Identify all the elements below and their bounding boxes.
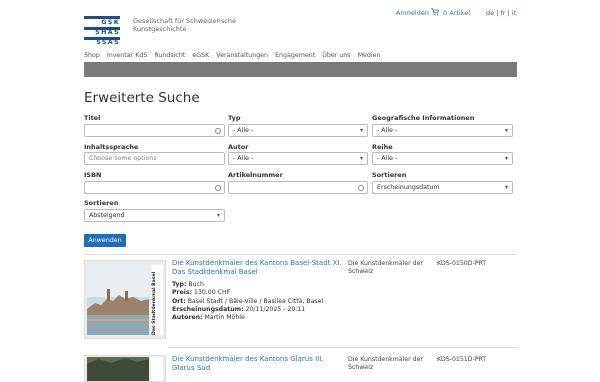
sort-order-value: Absteigend [89,212,125,219]
geo-value: - Alle - [377,127,398,134]
meta-value: Buch [188,281,204,288]
result-2-cover[interactable] [84,355,166,382]
artikel-label: Artikelnummer [228,171,283,179]
meta-label: Ort: [172,297,186,305]
meta-value: 130.00 CHF [194,289,231,297]
nav-inventar[interactable]: Inventar KdS [107,52,147,59]
nav-ueber-uns[interactable]: Über uns [322,52,350,59]
reihe-select[interactable]: - Alle - ▾ [372,152,513,165]
apply-button[interactable]: Anwenden [84,234,126,247]
result-2-code: KDS-0151D-PRT [437,356,487,363]
site-logo[interactable]: GSK SHAS SSAS [84,16,120,48]
spinner-icon [215,128,221,134]
result-1-title[interactable]: Die Kunstdenkmäler des Kantons Basel-Sta… [172,259,342,277]
logo-line-3: SSAS [96,39,120,46]
cart-link[interactable]: 0 Artikel [443,9,470,17]
main-nav: Shop Inventar KdS Rundsicht eGSK Veranst… [84,52,381,59]
logo-line-1: GSK [101,19,120,26]
geo-select[interactable]: - Alle - ▾ [372,124,513,137]
artikel-input[interactable] [228,181,368,194]
geo-label: Geografische Informationen [372,114,475,122]
sort-by-select[interactable]: Erscheinungsdatum ▾ [372,181,513,194]
inhalt-label: Inhaltssprache [84,143,139,151]
chevron-down-icon: ▾ [504,184,508,191]
isbn-label: ISBN [84,171,102,179]
sort2-label: Sortieren [84,199,119,207]
meta-value: Basel Stadt / Bâle-Ville / Basilea Città… [187,297,324,305]
cover-spine-text: Das Stadtdenkmal Basel [152,271,157,335]
sort-order-select[interactable]: Absteigend ▾ [84,209,225,222]
result-1-code: KDS-0150D-PRT [437,260,487,267]
login-link[interactable]: Anmelden [396,9,429,17]
result-meta-row: Ort: Basel Stadt / Bâle-Ville / Basilea … [172,298,342,306]
sort1-label: Sortieren [372,171,407,179]
result-1-series: Die Kunstdenkmäler der Schweiz [348,260,423,275]
logo-line-2: SHAS [95,29,120,36]
org-name: Gesellschaft für Schweizerische Kunstges… [133,17,236,33]
nav-engagement[interactable]: Engagement [275,52,315,59]
meta-value: 20/11/2025 - 20:11 [245,305,306,313]
result-1-cover[interactable]: Das Stadtdenkmal Basel [84,260,166,339]
chevron-down-icon: ▾ [504,127,508,134]
spinner-icon [358,185,364,191]
spinner-icon [215,185,221,191]
chevron-down-icon: ▾ [359,155,363,162]
typ-label: Typ [228,114,241,122]
isbn-input[interactable] [84,181,225,194]
typ-value: - Alle - [233,127,254,134]
result-meta-row: Typ: Buch [172,281,342,289]
nav-rundsicht[interactable]: Rundsicht [154,52,185,59]
reihe-value: - Alle - [377,155,398,162]
typ-select[interactable]: - Alle - ▾ [228,124,368,137]
cart-icon[interactable] [431,8,440,18]
autor-label: Autor [228,143,249,151]
divider [84,254,517,255]
meta-label: Typ: [172,281,187,288]
result-meta-row: Preis: 130.00 CHF [172,289,342,297]
inhalt-placeholder: Choose some options [89,155,157,162]
result-meta-row: Autoren: Martin Möhle [172,314,342,322]
nav-egsk[interactable]: eGSK [192,52,209,59]
language-switcher: de | fr | it [486,9,517,17]
inhalt-multiselect[interactable]: Choose some options [84,152,225,165]
result-1-meta: Typ: Buch Preis: 130.00 CHF Ort: Basel S… [172,281,342,322]
result-meta-row: Erscheinungsdatum: 20/11/2025 - 20:11 [172,306,342,314]
page-title: Erweiterte Suche [84,90,200,106]
chevron-down-icon: ▾ [216,212,220,219]
nav-medien[interactable]: Medien [358,52,381,59]
book-cover-image [85,356,165,381]
titel-label: Titel [84,114,101,122]
meta-label: Autoren: [172,314,203,322]
meta-label: Preis: [172,289,193,297]
lang-de[interactable]: de [486,9,494,17]
lang-fr[interactable]: fr [500,9,505,17]
chevron-down-icon: ▾ [359,127,363,134]
banner-band [84,62,517,77]
nav-veranstaltungen[interactable]: Veranstaltungen [216,52,268,59]
autor-value: - Alle - [233,155,254,162]
chevron-down-icon: ▾ [504,155,508,162]
autor-select[interactable]: - Alle - ▾ [228,152,368,165]
cover-spine-title: Das Stadtdenkmal Basel [148,269,165,338]
result-2-title[interactable]: Die Kunstdenkmäler des Kantons Glarus II… [172,355,342,373]
lang-it[interactable]: it [512,9,516,17]
titel-input[interactable] [84,124,225,137]
result-2-series: Die Kunstdenkmäler der Schweiz [348,356,423,371]
meta-value: Martin Möhle [204,314,245,322]
sort-by-value: Erscheinungsdatum [377,184,440,191]
nav-shop[interactable]: Shop [84,52,100,59]
reihe-label: Reihe [372,143,393,151]
divider [168,347,517,348]
meta-label: Erscheinungsdatum: [172,305,244,313]
